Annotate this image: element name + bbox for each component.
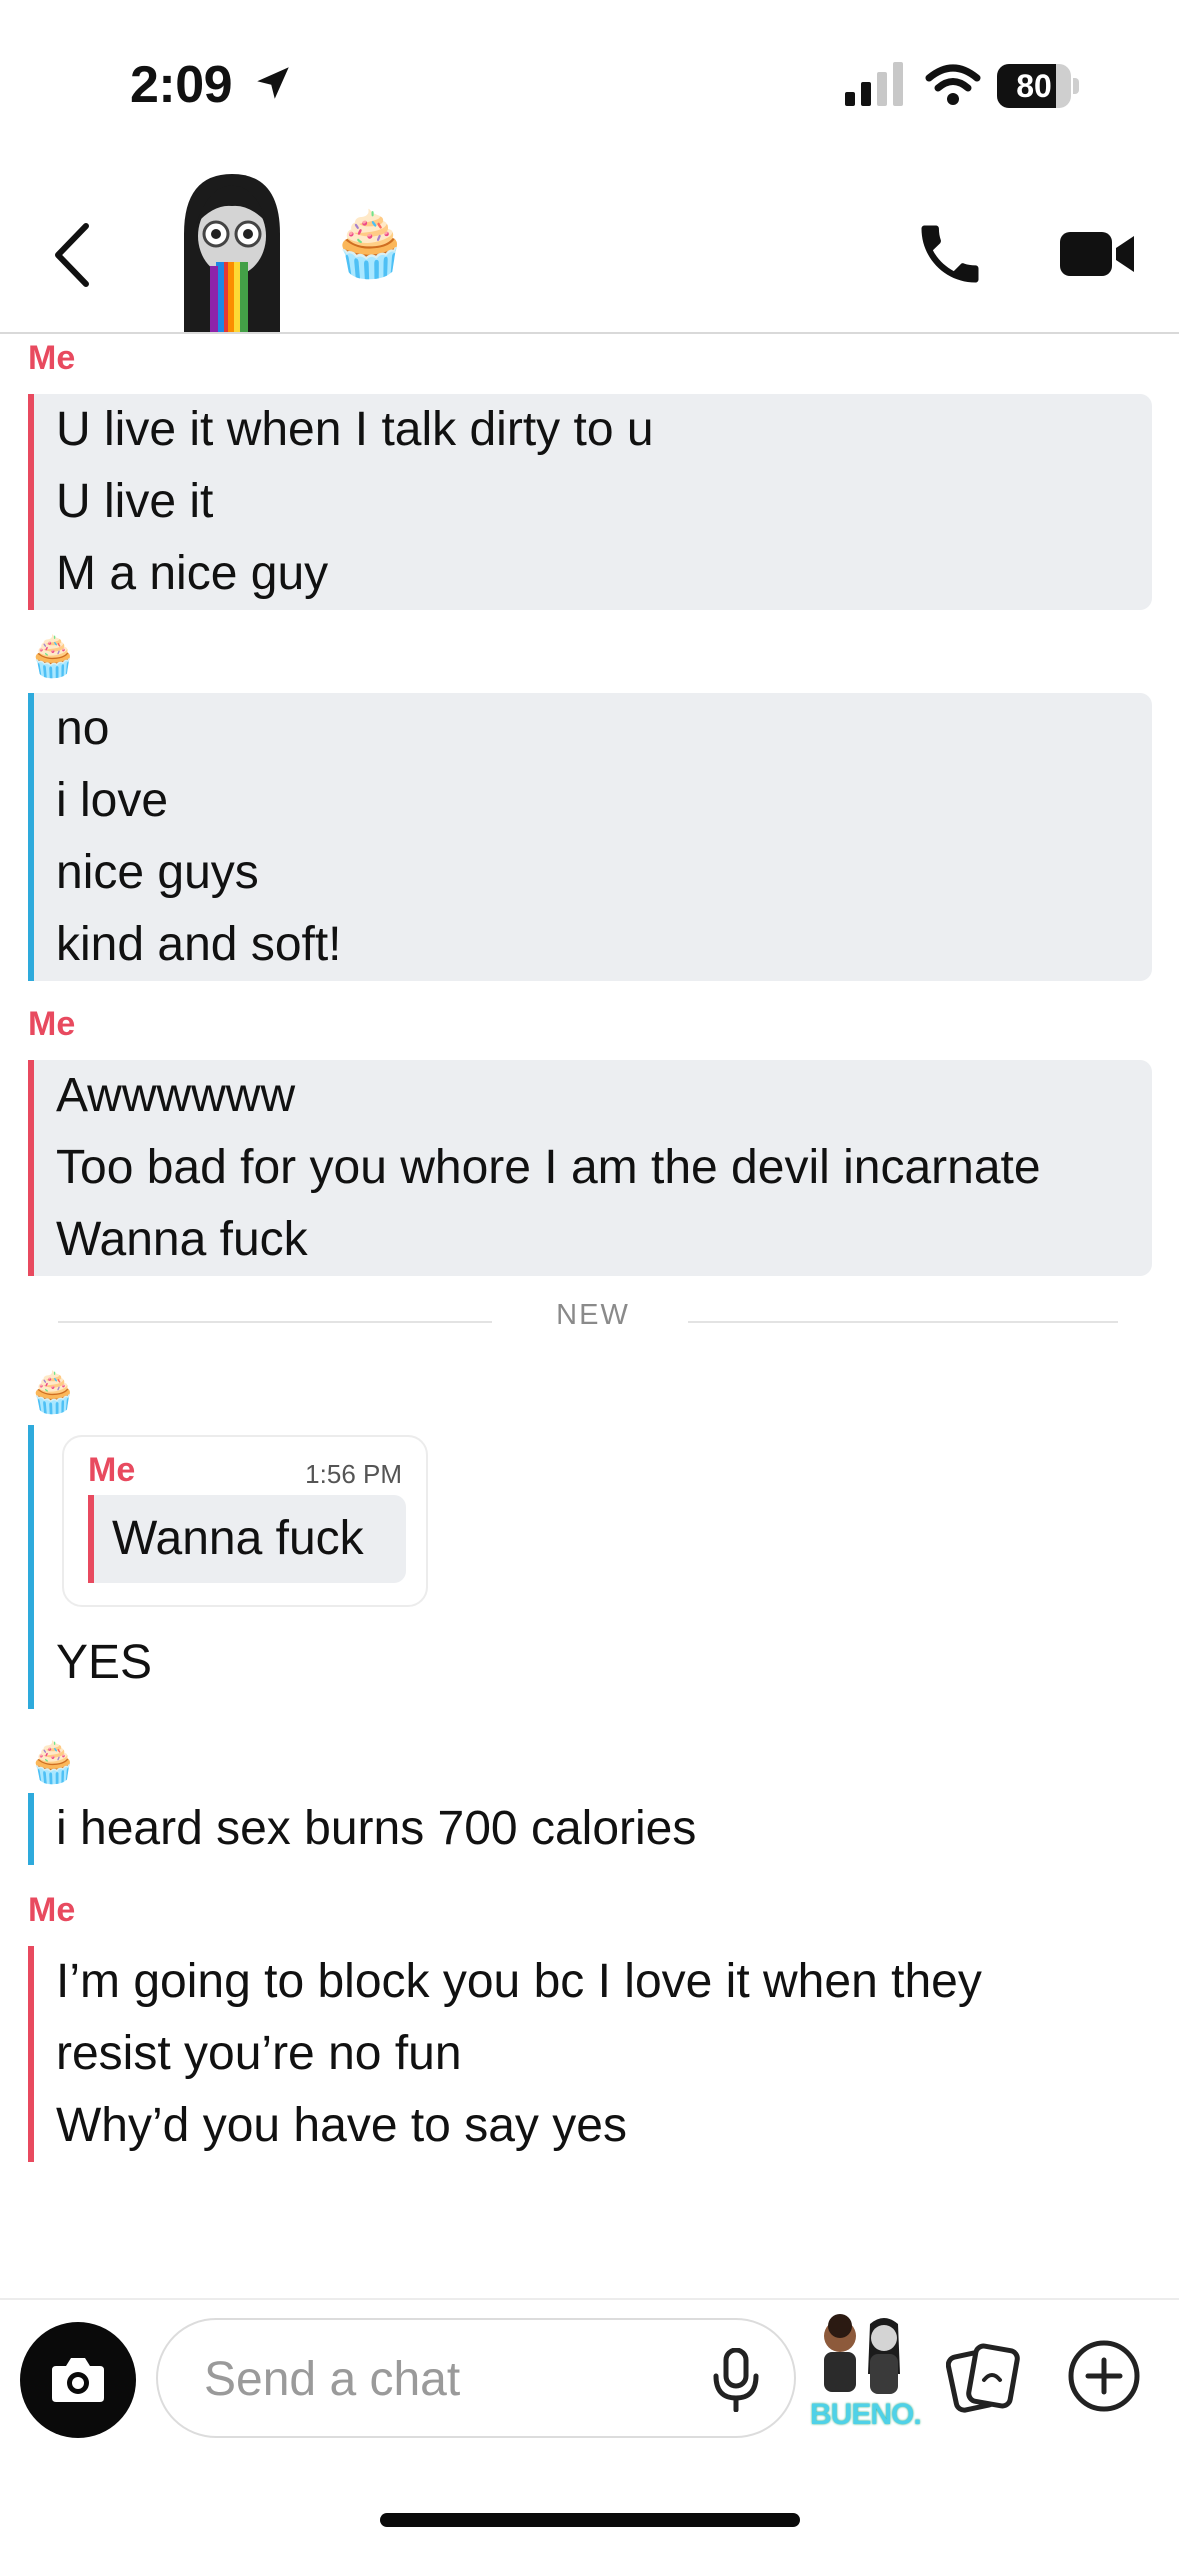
battery-indicator: 80	[997, 64, 1079, 108]
microphone-icon[interactable]	[706, 2348, 766, 2412]
quoted-sender: Me	[88, 1451, 136, 1489]
message-line: Too bad for you whore I am the devil inc…	[56, 1141, 1041, 1194]
memories-cards-icon[interactable]	[946, 2340, 1020, 2414]
message-bubble[interactable]: U live it when I talk dirty to u U live …	[28, 394, 1152, 610]
sender-label-me: Me	[28, 1891, 76, 1929]
message-line: resist you’re no fun	[56, 2027, 462, 2080]
chat-header: 🧁	[0, 160, 1179, 334]
cellular-signal-icon	[845, 62, 903, 106]
quoted-message[interactable]: Me 1:56 PM Wanna fuck	[62, 1435, 428, 1607]
bitmoji-sticker-button[interactable]: BUENO.	[808, 2314, 922, 2438]
phone-call-icon[interactable]	[912, 216, 988, 292]
video-call-icon[interactable]	[1058, 224, 1138, 284]
message-line: no	[56, 702, 110, 755]
bitmoji-pair-icon	[824, 2314, 900, 2394]
new-messages-divider: NEW	[58, 1299, 1118, 1331]
back-chevron-icon[interactable]	[48, 220, 98, 290]
message-line: YES	[56, 1636, 153, 1689]
message-bubble[interactable]: Awwwwww Too bad for you whore I am the d…	[28, 1060, 1152, 1276]
message-line: Why’d you have to say yes	[56, 2099, 627, 2152]
message-bubble[interactable]: I’m going to block you bc I love it when…	[28, 1946, 1152, 2162]
sender-label-contact: 🧁	[28, 635, 78, 679]
contact-emoji: 🧁	[330, 208, 410, 280]
sender-label-me: Me	[28, 1005, 76, 1043]
location-arrow-icon	[257, 67, 289, 99]
message-line: Awwwwww	[56, 1069, 296, 1122]
chat-input[interactable]	[156, 2318, 796, 2438]
message-line: i heard sex burns 700 calories	[56, 1802, 697, 1855]
new-divider-label: NEW	[556, 1299, 630, 1331]
reply-message[interactable]: Me 1:56 PM Wanna fuck YES	[28, 1425, 1152, 1709]
message-line: Wanna fuck	[56, 1213, 308, 1266]
message-line: I’m going to block you bc I love it when…	[56, 1955, 982, 2008]
home-indicator	[380, 2513, 800, 2527]
quoted-timestamp: 1:56 PM	[305, 1459, 402, 1489]
battery-percent: 80	[1016, 68, 1052, 104]
bitmoji-avatar[interactable]	[170, 174, 294, 332]
sender-label-me: Me	[28, 339, 76, 377]
message-bubble[interactable]: no i love nice guys kind and soft!	[28, 693, 1152, 981]
message-bubble[interactable]: i heard sex burns 700 calories	[28, 1793, 1152, 1865]
add-plus-icon[interactable]	[1066, 2338, 1142, 2414]
message-line: M a nice guy	[56, 547, 329, 600]
message-line: i love	[56, 774, 169, 827]
message-line: U live it	[56, 475, 214, 528]
camera-button[interactable]	[20, 2322, 136, 2438]
wifi-icon	[925, 64, 981, 105]
sender-label-contact: 🧁	[28, 1371, 78, 1415]
status-bar: 2:09 80	[0, 0, 1179, 150]
quoted-text: Wanna fuck	[112, 1512, 364, 1565]
chat-text-field[interactable]	[202, 2320, 686, 2438]
message-line: nice guys	[56, 846, 259, 899]
camera-icon	[52, 2358, 104, 2402]
message-line: kind and soft!	[56, 918, 342, 971]
status-time: 2:09	[130, 56, 233, 114]
sender-label-contact: 🧁	[28, 1741, 78, 1785]
message-line: U live it when I talk dirty to u	[56, 403, 654, 456]
bitmoji-label: BUENO.	[810, 2398, 922, 2431]
